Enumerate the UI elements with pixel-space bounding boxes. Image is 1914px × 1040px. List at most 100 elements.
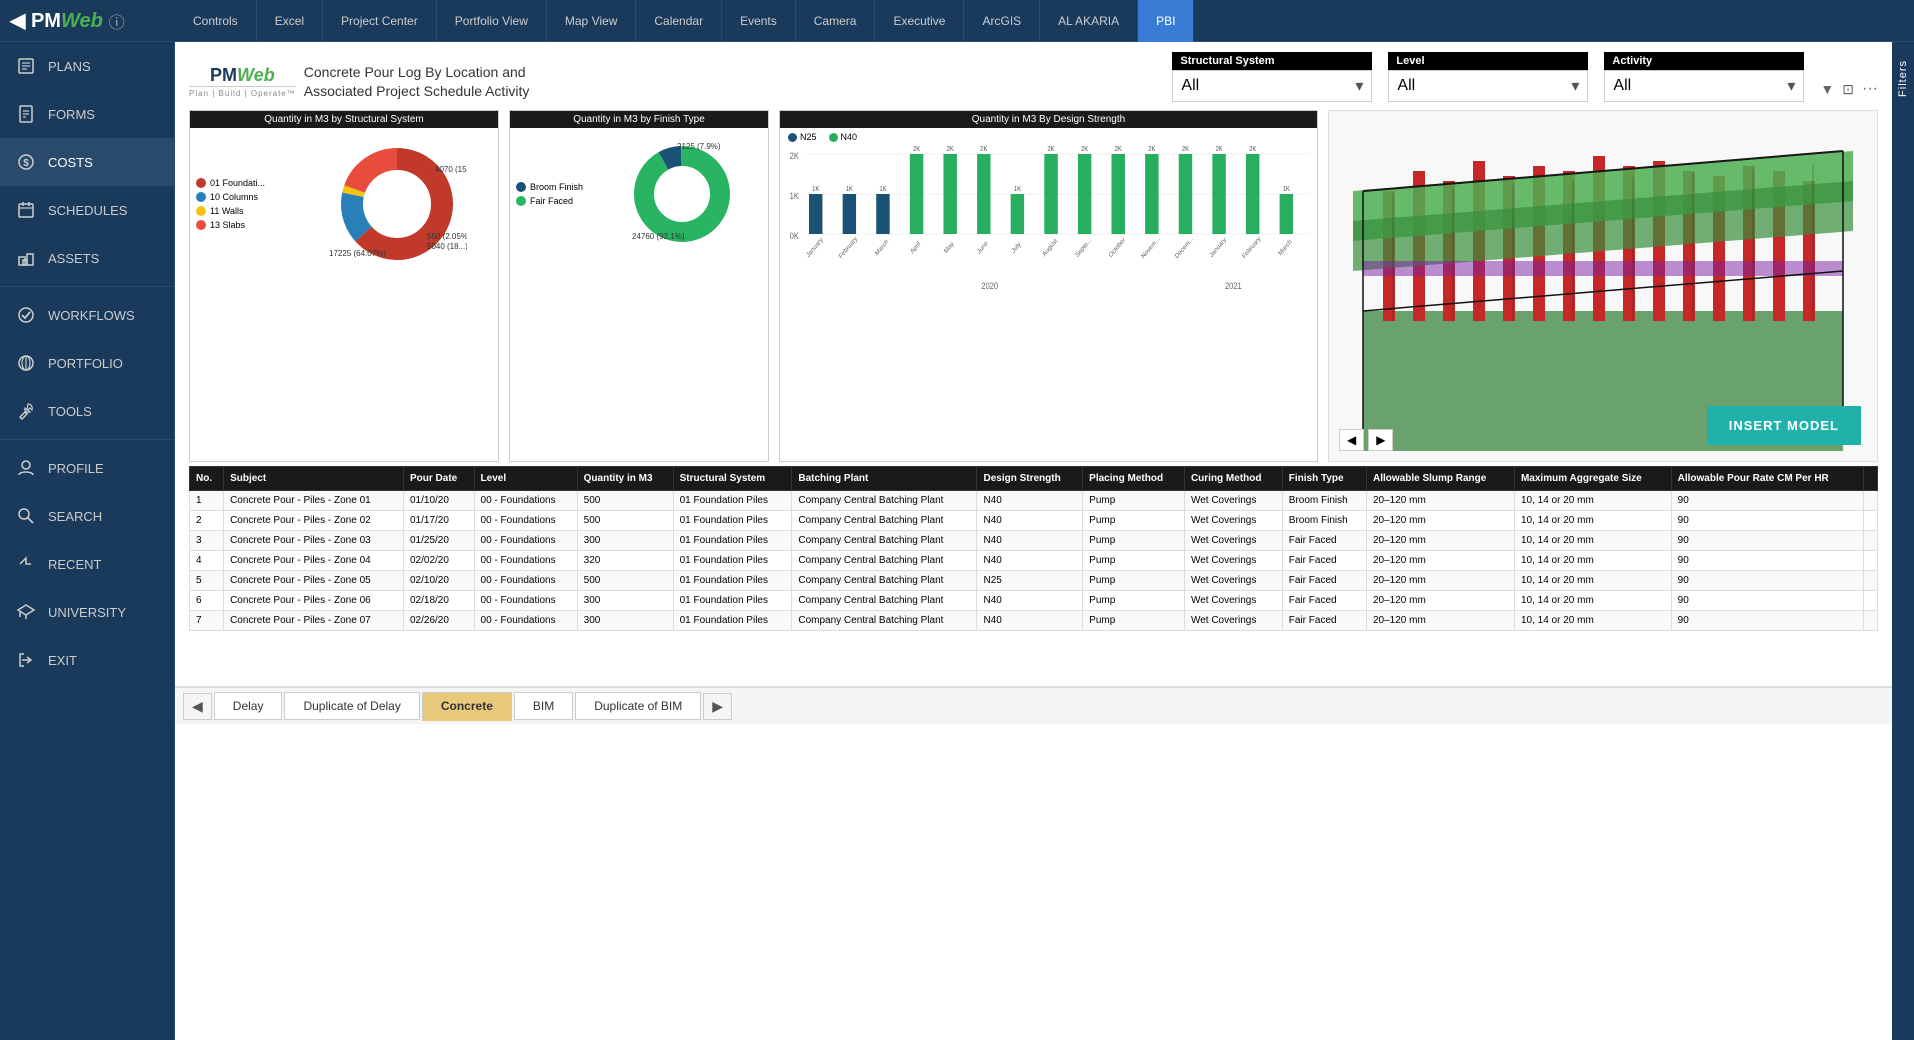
nav-controls[interactable]: Controls (175, 0, 257, 42)
sidebar-university-label: UNIVERSITY (48, 605, 126, 620)
chart1-donut-svg: 4070 (15.14%) 5040 (18...) 17225 (64.07%… (327, 134, 467, 274)
svg-text:1K: 1K (1283, 186, 1291, 194)
col-batching: Batching Plant (792, 467, 977, 491)
tab-concrete[interactable]: Concrete (422, 692, 512, 721)
table-row[interactable]: 6 Concrete Pour - Piles - Zone 06 02/18/… (190, 591, 1878, 611)
cell-design: N40 (977, 591, 1083, 611)
sidebar-item-search[interactable]: SEARCH (0, 492, 174, 540)
svg-text:2125 (7.9%): 2125 (7.9%) (677, 142, 721, 151)
filter-panel[interactable]: Filters (1892, 42, 1914, 1040)
sidebar-item-recent[interactable]: RECENT (0, 540, 174, 588)
table-row[interactable]: 5 Concrete Pour - Piles - Zone 05 02/10/… (190, 571, 1878, 591)
activity-value: All (1613, 77, 1631, 95)
chart1-title: Quantity in M3 by Structural System (190, 111, 498, 128)
cell-struct: 01 Foundation Piles (673, 591, 792, 611)
nav-arcgis[interactable]: ArcGIS (964, 0, 1040, 42)
sidebar-item-schedules[interactable]: SCHEDULES (0, 186, 174, 234)
nav-pbi[interactable]: PBI (1138, 0, 1194, 42)
nav-executive[interactable]: Executive (875, 0, 964, 42)
model-prev-arrow[interactable]: ◀ (1339, 429, 1364, 451)
cell-rate: 90 (1671, 611, 1863, 631)
structural-system-value: All (1181, 77, 1199, 95)
cell-pour-date: 01/10/20 (404, 491, 475, 511)
tab-duplicate-bim[interactable]: Duplicate of BIM (575, 692, 701, 720)
insert-model-button[interactable]: INSERT MODEL (1707, 406, 1861, 445)
sidebar-item-profile[interactable]: PROFILE (0, 444, 174, 492)
sidebar-item-exit[interactable]: EXIT (0, 636, 174, 684)
nav-excel[interactable]: Excel (257, 0, 323, 42)
nav-camera[interactable]: Camera (796, 0, 876, 42)
cell-struct: 01 Foundation Piles (673, 511, 792, 531)
legend-dot-walls (196, 206, 206, 216)
main-layout: PLANS FORMS $ COSTS SCHEDULES ASSETS (0, 42, 1914, 1040)
expand-icon[interactable]: ⊡ (1842, 81, 1854, 98)
svg-text:2K: 2K (1249, 146, 1257, 154)
nav-events[interactable]: Events (722, 0, 796, 42)
sidebar: PLANS FORMS $ COSTS SCHEDULES ASSETS (0, 42, 175, 1040)
sidebar-assets-label: ASSETS (48, 251, 99, 266)
tab-prev-arrow[interactable]: ◀ (183, 693, 212, 720)
table-row[interactable]: 4 Concrete Pour - Piles - Zone 04 02/02/… (190, 551, 1878, 571)
cell-rate: 90 (1671, 511, 1863, 531)
top-right-icons: ▼ ⊡ ··· (1820, 80, 1878, 102)
sidebar-item-assets[interactable]: ASSETS (0, 234, 174, 282)
col-placing: Placing Method (1083, 467, 1185, 491)
university-icon (16, 602, 36, 622)
sidebar-item-portfolio[interactable]: PORTFOLIO (0, 339, 174, 387)
sidebar-item-costs[interactable]: $ COSTS (0, 138, 174, 186)
nav-map-view[interactable]: Map View (547, 0, 636, 42)
filter-icon[interactable]: ▼ (1820, 81, 1834, 97)
sidebar-item-plans[interactable]: PLANS (0, 42, 174, 90)
table-row[interactable]: 7 Concrete Pour - Piles - Zone 07 02/26/… (190, 611, 1878, 631)
tab-bim[interactable]: BIM (514, 692, 573, 720)
tab-next-arrow[interactable]: ▶ (703, 693, 732, 720)
sidebar-item-tools[interactable]: TOOLS (0, 387, 174, 435)
more-icon[interactable]: ··· (1862, 80, 1878, 98)
chart3-title: Quantity in M3 By Design Strength (780, 111, 1317, 128)
cell-empty (1864, 491, 1878, 511)
nav-alakaria[interactable]: AL AKARIA (1040, 0, 1138, 42)
cell-design: N25 (977, 571, 1083, 591)
sidebar-costs-label: COSTS (48, 155, 93, 170)
cell-struct: 01 Foundation Piles (673, 491, 792, 511)
cell-slump: 20–120 mm (1366, 611, 1514, 631)
cell-curing: Wet Coverings (1184, 531, 1282, 551)
nav-portfolio-view[interactable]: Portfolio View (437, 0, 547, 42)
info-icon[interactable]: ⓘ (109, 9, 125, 33)
legend-n25: N25 (788, 132, 817, 142)
sidebar-item-university[interactable]: UNIVERSITY (0, 588, 174, 636)
nav-calendar[interactable]: Calendar (636, 0, 722, 42)
sidebar-item-forms[interactable]: FORMS (0, 90, 174, 138)
cell-qty: 320 (577, 551, 673, 571)
table-row[interactable]: 1 Concrete Pour - Piles - Zone 01 01/10/… (190, 491, 1878, 511)
model-next-arrow[interactable]: ▶ (1368, 429, 1393, 451)
tab-delay[interactable]: Delay (214, 692, 283, 720)
sidebar-item-workflows[interactable]: WORKFLOWS (0, 291, 174, 339)
structural-system-dropdown[interactable]: All ▾ (1172, 70, 1372, 102)
workflows-icon (16, 305, 36, 325)
level-dropdown[interactable]: All ▾ (1388, 70, 1588, 102)
chart1-content: 01 Foundati... 10 Columns 11 Walls (190, 128, 498, 280)
cell-no: 5 (190, 571, 224, 591)
table-row[interactable]: 3 Concrete Pour - Piles - Zone 03 01/25/… (190, 531, 1878, 551)
table-row[interactable]: 2 Concrete Pour - Piles - Zone 02 01/17/… (190, 511, 1878, 531)
svg-text:May: May (943, 240, 956, 255)
nav-project-center[interactable]: Project Center (323, 0, 437, 42)
legend-label-foundations: 01 Foundati... (210, 178, 265, 188)
activity-dropdown[interactable]: All ▾ (1604, 70, 1804, 102)
cell-rate: 90 (1671, 491, 1863, 511)
cell-level: 00 - Foundations (474, 591, 577, 611)
legend-dot-fair-faced (516, 196, 526, 206)
nav-items: Controls Excel Project Center Portfolio … (175, 0, 1914, 42)
model-nav-arrows: ◀ ▶ (1339, 429, 1393, 451)
cell-placing: Pump (1083, 511, 1185, 531)
cell-rate: 90 (1671, 591, 1863, 611)
cell-subject: Concrete Pour - Piles - Zone 03 (224, 531, 404, 551)
cell-batching: Company Central Batching Plant (792, 591, 977, 611)
chart-structural-system: Quantity in M3 by Structural System 01 F… (189, 110, 499, 462)
col-struct: Structural System (673, 467, 792, 491)
svg-text:2K: 2K (1182, 146, 1190, 154)
cell-empty (1864, 551, 1878, 571)
tab-duplicate-delay[interactable]: Duplicate of Delay (284, 692, 419, 720)
cell-finish: Fair Faced (1282, 531, 1366, 551)
